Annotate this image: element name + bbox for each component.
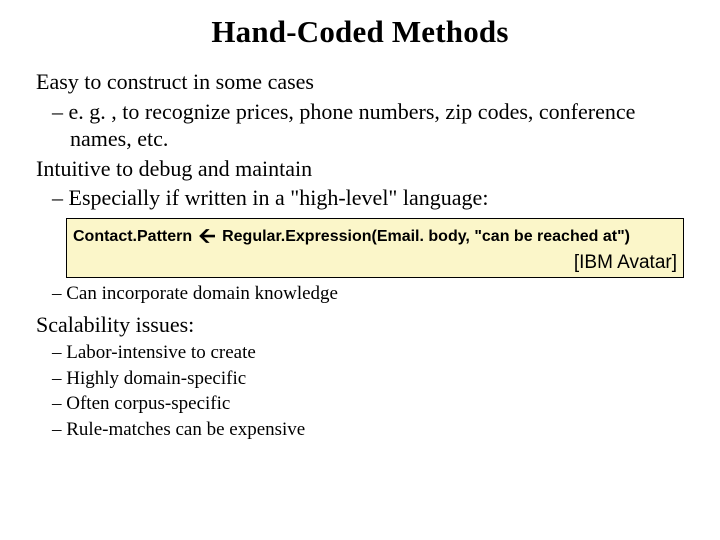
code-lhs: Contact.Pattern xyxy=(73,228,192,245)
bullet-domain-knowledge: Can incorporate domain knowledge xyxy=(36,282,684,306)
bullet-expensive: Rule-matches can be expensive xyxy=(36,418,684,442)
bullet-intuitive-sub: Especially if written in a "high-level" … xyxy=(36,184,684,212)
code-example-box: Contact.Pattern 🡨 Regular.Expression(Ema… xyxy=(66,218,684,278)
code-rhs: Regular.Expression(Email. body, "can be … xyxy=(222,228,630,245)
bullet-domain-specific: Highly domain-specific xyxy=(36,367,684,391)
slide-title: Hand-Coded Methods xyxy=(36,14,684,50)
bullet-scalability: Scalability issues: xyxy=(36,311,684,339)
bullet-labor: Labor-intensive to create xyxy=(36,341,684,365)
slide: Hand-Coded Methods Easy to construct in … xyxy=(0,0,720,442)
bullet-corpus-specific: Often corpus-specific xyxy=(36,392,684,416)
left-arrow-icon: 🡨 xyxy=(197,225,218,248)
attribution: [IBM Avatar] xyxy=(73,251,677,275)
bullet-intuitive: Intuitive to debug and maintain xyxy=(36,155,684,183)
slide-body: Easy to construct in some cases e. g. , … xyxy=(36,68,684,442)
bullet-easy-sub: e. g. , to recognize prices, phone numbe… xyxy=(36,98,684,153)
bullet-easy: Easy to construct in some cases xyxy=(36,68,684,96)
